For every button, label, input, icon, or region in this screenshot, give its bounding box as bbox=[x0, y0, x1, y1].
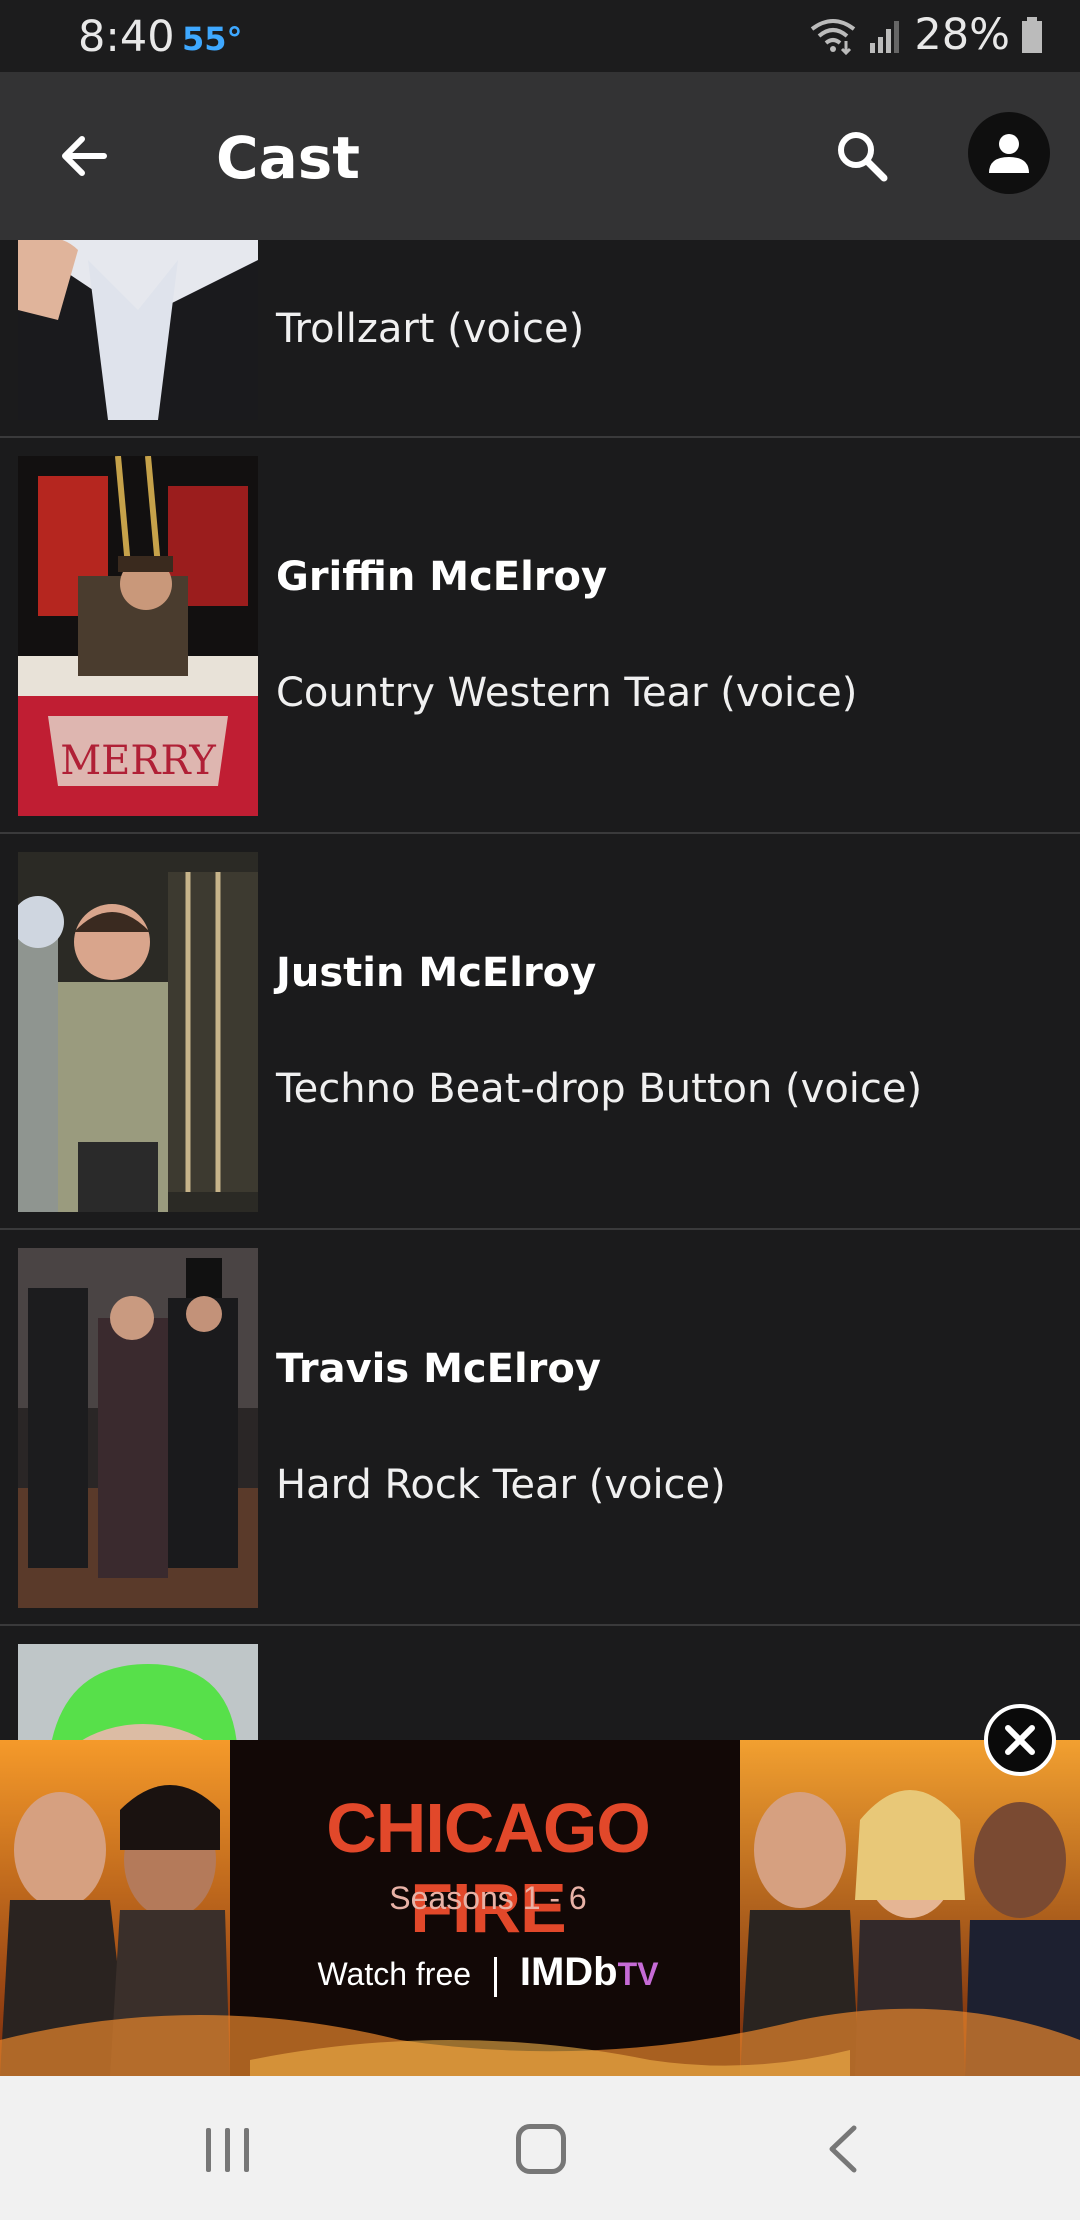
svg-text:MERRY: MERRY bbox=[60, 738, 216, 784]
status-time: 8:40 bbox=[78, 12, 175, 62]
cast-row[interactable]: MERRY Griffin McElroy Country Western Te… bbox=[0, 438, 1080, 834]
ad-close-button[interactable] bbox=[984, 1704, 1056, 1776]
system-back-button[interactable] bbox=[820, 2124, 870, 2174]
back-button[interactable] bbox=[44, 116, 124, 196]
actor-photo bbox=[18, 1248, 258, 1608]
home-button[interactable] bbox=[516, 2124, 566, 2174]
status-temperature: 55° bbox=[182, 20, 243, 58]
signal-icon bbox=[870, 21, 900, 53]
close-icon bbox=[1005, 1725, 1035, 1755]
cast-row[interactable]: Trollzart (voice) bbox=[0, 240, 1080, 438]
app-bar: Cast bbox=[0, 72, 1080, 240]
cast-row[interactable]: Travis McElroy Hard Rock Tear (voice) bbox=[0, 1230, 1080, 1626]
cast-row[interactable]: Justin McElroy Techno Beat-drop Button (… bbox=[0, 834, 1080, 1230]
wifi-icon bbox=[811, 19, 856, 55]
character-role: Country Western Tear (voice) bbox=[276, 670, 858, 716]
battery-percent: 28% bbox=[914, 10, 1010, 60]
ad-cta-text: Watch free bbox=[317, 1956, 472, 1992]
search-icon bbox=[838, 132, 888, 182]
recents-icon bbox=[244, 2128, 249, 2172]
cast-row[interactable] bbox=[0, 1626, 1080, 1740]
account-button[interactable] bbox=[968, 112, 1050, 194]
actor-photo: MERRY bbox=[18, 456, 258, 816]
cast-list[interactable]: Trollzart (voice) MERRY Griffin McElroy … bbox=[0, 240, 1080, 1740]
system-nav-bar bbox=[0, 2076, 1080, 2220]
ad-brand: IMDb bbox=[519, 1950, 618, 1994]
status-bar: 8:40 55° 28% bbox=[0, 0, 1080, 72]
ad-cta: Watch free IMDbTV bbox=[250, 1950, 726, 1997]
ad-subtitle: Seasons 1 - 6 bbox=[389, 1880, 587, 1916]
recents-button[interactable] bbox=[206, 2128, 270, 2172]
status-indicators: 28% bbox=[808, 10, 1044, 60]
ad-brand-suffix: TV bbox=[617, 1956, 659, 1992]
page-title: Cast bbox=[216, 124, 360, 192]
actor-photo bbox=[18, 852, 258, 1212]
arrow-left-icon bbox=[62, 136, 107, 176]
person-icon bbox=[989, 134, 1029, 173]
character-role: Trollzart (voice) bbox=[276, 306, 585, 352]
search-button[interactable] bbox=[822, 116, 902, 196]
battery-icon bbox=[1022, 17, 1042, 53]
ad-divider bbox=[493, 1956, 497, 1997]
actor-name[interactable]: Griffin McElroy bbox=[276, 554, 607, 600]
actor-photo bbox=[18, 240, 258, 420]
recents-icon bbox=[225, 2128, 230, 2172]
actor-name[interactable]: Justin McElroy bbox=[276, 950, 596, 996]
character-role: Techno Beat-drop Button (voice) bbox=[276, 1066, 923, 1112]
ad-headline: CHICAGO FIRE bbox=[326, 1789, 651, 1947]
recents-icon bbox=[206, 2128, 211, 2172]
chevron-left-icon bbox=[829, 2125, 857, 2173]
character-role: Hard Rock Tear (voice) bbox=[276, 1462, 726, 1508]
actor-photo bbox=[18, 1644, 258, 1740]
ad-banner[interactable]: CHICAGO FIRE Seasons 1 - 6 Watch free IM… bbox=[0, 1740, 1080, 2076]
actor-name[interactable]: Travis McElroy bbox=[276, 1346, 601, 1392]
